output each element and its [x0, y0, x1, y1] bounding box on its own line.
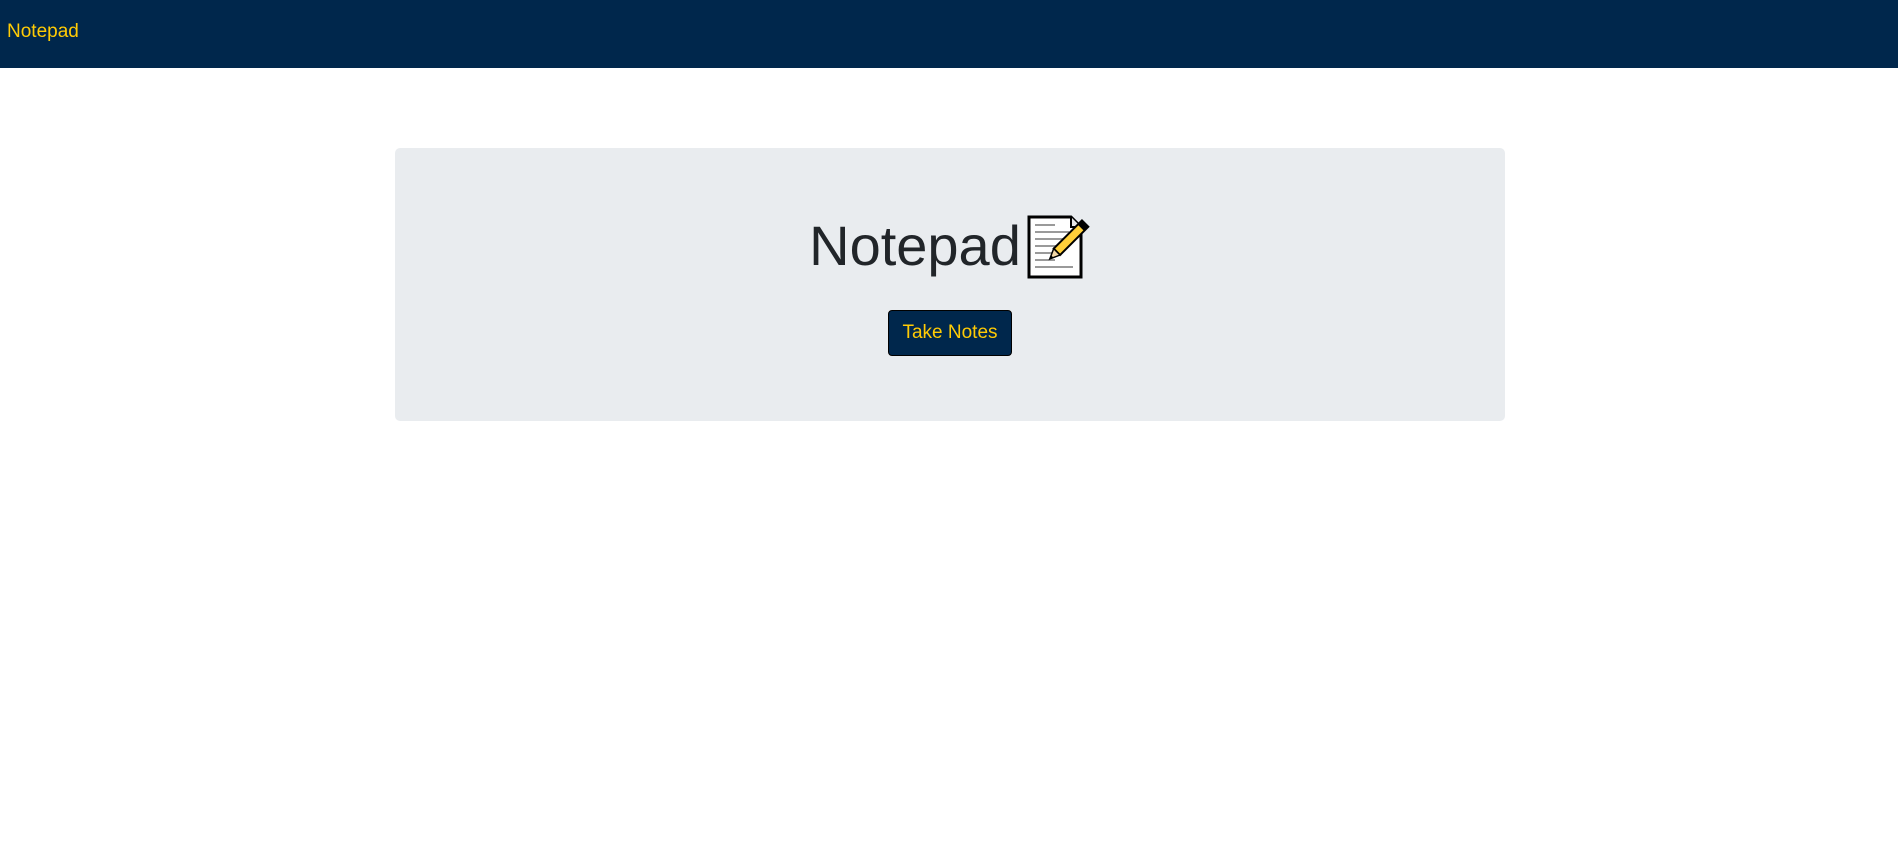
memo-icon — [1025, 213, 1091, 279]
hero-heading: Notepad — [395, 210, 1505, 282]
top-navbar: Notepad — [0, 0, 1898, 68]
navbar-brand-link[interactable]: Notepad — [7, 20, 79, 44]
hero-panel: Notepad Take Notes — [395, 148, 1505, 421]
page-title: Notepad — [809, 214, 1021, 277]
take-notes-button[interactable]: Take Notes — [888, 310, 1012, 356]
